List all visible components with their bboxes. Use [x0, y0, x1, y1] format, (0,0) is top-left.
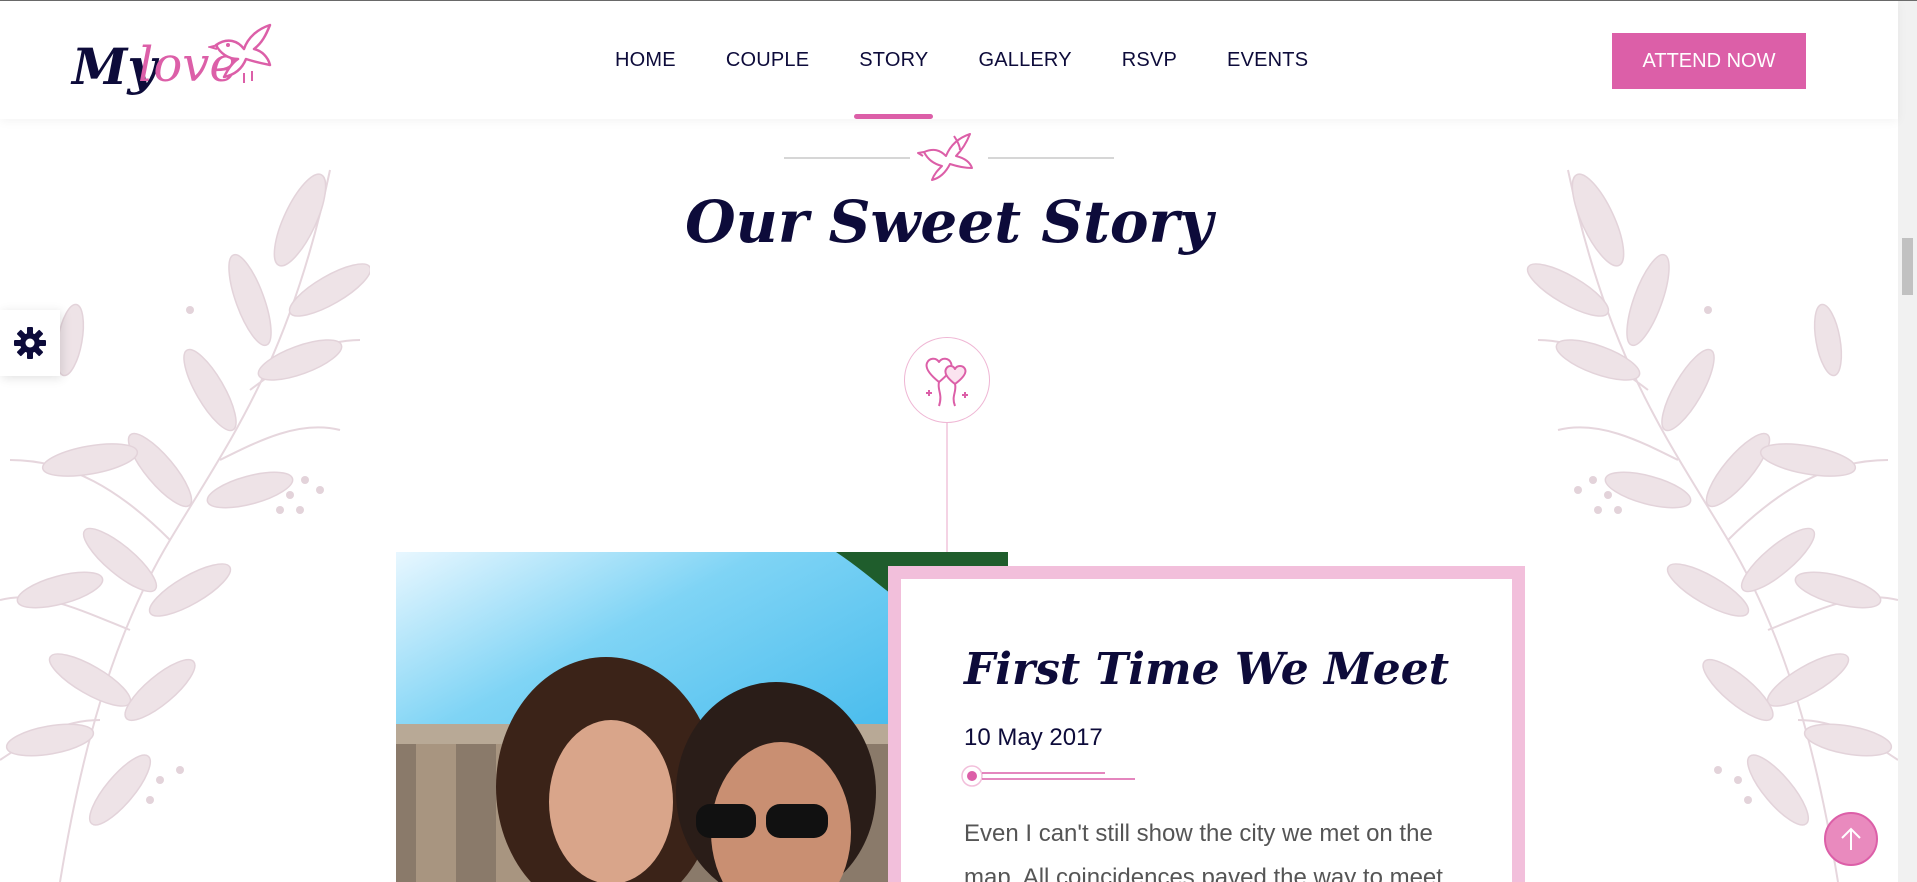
- story-title: First Time We Meet: [964, 644, 1450, 695]
- section-title: Our Sweet Story: [685, 188, 1213, 256]
- dove-icon: [208, 23, 272, 83]
- dove-divider: [784, 133, 1114, 181]
- story-card-body: First Time We Meet 10 May 2017 Even I ca…: [901, 579, 1512, 882]
- nav-story[interactable]: STORY: [834, 1, 953, 119]
- nav-rsvp[interactable]: RSVP: [1097, 1, 1202, 119]
- timeline-line: [946, 423, 948, 553]
- heart-balloons-icon: [925, 357, 968, 407]
- story-date: 10 May 2017: [964, 724, 1103, 751]
- story-text: Even I can't still show the city we met …: [964, 820, 1443, 882]
- arrow-up-icon: [1841, 827, 1861, 850]
- dove-icon: [917, 133, 973, 181]
- timeline-icon-circle: [904, 337, 990, 423]
- site-logo[interactable]: My love: [72, 15, 282, 107]
- nav-couple[interactable]: COUPLE: [701, 1, 834, 119]
- main-nav: HOME COUPLE STORY GALLERY RSVP EVENTS: [590, 1, 1333, 119]
- story-divider: [961, 765, 1135, 787]
- settings-toggle[interactable]: [0, 310, 60, 376]
- site-header: My love HOME COUPLE STORY GALLERY RSVP E…: [0, 1, 1898, 119]
- nav-events[interactable]: EVENTS: [1202, 1, 1333, 119]
- floral-decoration-right: [1526, 169, 1898, 882]
- scrollbar-thumb[interactable]: [1902, 238, 1913, 295]
- story-card: First Time We Meet 10 May 2017 Even I ca…: [888, 566, 1525, 882]
- nav-home[interactable]: HOME: [590, 1, 701, 119]
- nav-gallery[interactable]: GALLERY: [953, 1, 1096, 119]
- page-scrollbar[interactable]: [1898, 1, 1917, 882]
- floral-decoration-left: [0, 169, 370, 882]
- attend-now-button[interactable]: ATTEND NOW: [1612, 33, 1806, 89]
- scroll-to-top-button[interactable]: [1824, 812, 1878, 866]
- gear-icon: [14, 327, 46, 359]
